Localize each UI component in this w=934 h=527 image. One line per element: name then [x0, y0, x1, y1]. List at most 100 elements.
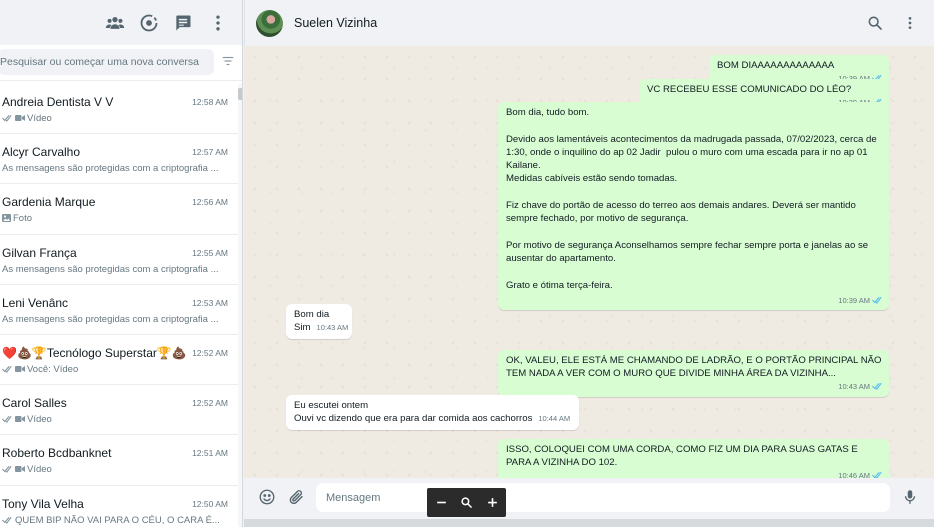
search-icon[interactable]: [867, 15, 883, 31]
contact-name[interactable]: Suelen Vizinha: [294, 16, 377, 30]
read-receipt-icon: [870, 296, 883, 305]
chat-preview-text: Vídeo: [27, 414, 52, 426]
whatsapp-web-window: Andreia Dentista V V 12:58 AM Vídeo Alcyr C…: [0, 0, 934, 527]
new-chat-icon[interactable]: [173, 13, 193, 33]
message-text: ISSO, COLOQUEI COM UMA CORDA, COMO FIZ U…: [506, 444, 861, 469]
chat-preview: As mensagens são protegidas com a cripto…: [2, 314, 224, 325]
chat-list-item[interactable]: Andreia Dentista V V 12:58 AM Vídeo: [0, 84, 238, 135]
chat-name: Carol Salles: [2, 396, 67, 411]
chat-preview-text: QUEM BIP NÃO VAI PARA O CÉU, O CARA É...: [15, 514, 220, 526]
chat-time: 12:50 AM: [192, 498, 228, 509]
chat-name: Gardenia Marque: [2, 195, 96, 210]
video-icon: [15, 365, 25, 376]
chat-preview: Vídeo: [2, 414, 224, 426]
search-row: [0, 45, 242, 81]
chat-list-item[interactable]: Gardenia Marque 12:56 AM Foto: [0, 184, 238, 235]
message-time: 10:46 AM: [838, 471, 870, 478]
outgoing-message[interactable]: ISSO, COLOQUEI COM UMA CORDA, COMO FIZ U…: [498, 439, 889, 478]
chat-preview: Vídeo: [2, 113, 224, 125]
message-area[interactable]: BOM DIAAAAAAAAAAAAA 10:39 AM VC RECEBEU ES…: [244, 46, 934, 478]
mic-icon[interactable]: [901, 488, 919, 506]
chat-preview: Vídeo: [2, 464, 224, 476]
message-time: 10:39 AM: [838, 295, 870, 305]
chat-time: 12:56 AM: [192, 197, 228, 208]
incoming-message[interactable]: Eu escutei ontem Ouvi vc dizendo que era…: [286, 395, 579, 430]
zoom-toolbar: [427, 488, 506, 517]
chat-list-item[interactable]: ❤️💩🏆Tecnólogo Superstar🏆💩... 12:52 AM Você…: [0, 335, 238, 386]
conversation-header[interactable]: Suelen Vizinha: [244, 0, 934, 46]
chat-time: 12:52 AM: [192, 398, 228, 409]
chat-name: Andreia Dentista V V: [2, 95, 114, 109]
message-text: Eu escutei ontem Ouvi vc dizendo que era…: [294, 400, 571, 425]
read-receipt-icon: [870, 382, 883, 391]
message-text: OK, VALEU, ELE ESTÁ ME CHAMANDO DE LADRÃ…: [506, 355, 884, 380]
window-bottom-edge: [244, 519, 934, 527]
chat-list-item[interactable]: Gilvan França 12:55 AM As mensagens são pr…: [0, 235, 238, 285]
filter-icon[interactable]: [221, 54, 235, 68]
sidebar-scrollbar[interactable]: [238, 84, 242, 527]
message-time: 10:43 AM: [838, 382, 870, 392]
zoom-search-icon[interactable]: [455, 491, 477, 513]
message-meta: 10:43 AM: [317, 323, 349, 332]
chat-name: Leni Venânc: [2, 295, 69, 310]
double-check-icon: [2, 415, 13, 426]
chat-name: Gilvan França: [2, 245, 77, 260]
scrollbar-thumb[interactable]: [238, 88, 242, 100]
chat-time: 12:53 AM: [192, 297, 228, 308]
avatar[interactable]: [256, 10, 283, 37]
outgoing-message[interactable]: Bom dia, tudo bom. Devido aos lamentávei…: [498, 102, 889, 311]
video-icon: [15, 114, 25, 125]
chat-preview-text: As mensagens são protegidas com a cripto…: [2, 313, 219, 325]
chat-list-item[interactable]: Carol Salles 12:52 AM Vídeo: [0, 385, 238, 436]
message-text: BOM DIAAAAAAAAAAAAA: [717, 60, 835, 71]
chat-preview: Você: Vídeo: [2, 364, 224, 376]
message-meta: 10:43 AM: [838, 380, 883, 393]
message-text: VC RECEBEU ESSE COMUNICADO DO LÉO?: [647, 84, 852, 95]
conversation-panel: Suelen Vizinha BOM DIAAAAAAAAAAAAA 10:39 …: [244, 0, 934, 527]
chat-name: Roberto Bcdbanknet: [2, 446, 112, 461]
sidebar-header: [0, 0, 242, 45]
menu-icon[interactable]: [208, 13, 228, 33]
chat-preview-text: Foto: [13, 213, 33, 225]
chat-preview-text: Você: Vídeo: [27, 363, 79, 375]
chat-preview-text: As mensagens são protegidas com a cripto…: [2, 263, 219, 275]
chat-name: Tony Vila Velha: [2, 496, 84, 511]
double-check-icon: [2, 465, 13, 476]
chat-preview: As mensagens são protegidas com a cripto…: [2, 163, 224, 174]
outgoing-message[interactable]: OK, VALEU, ELE ESTÁ ME CHAMANDO DE LADRÃ…: [498, 350, 889, 397]
message-time: 10:44 AM: [538, 414, 571, 424]
incoming-message[interactable]: Bom dia Sim 10:43 AM: [286, 304, 352, 339]
message-box: [316, 483, 890, 512]
chat-list-item[interactable]: Alcyr Carvalho 12:57 AM As mensagens são p…: [0, 134, 238, 185]
composer: [244, 478, 934, 519]
chat-list-item[interactable]: Leni Venânc 12:53 AM As mensagens são prot…: [0, 285, 238, 335]
community-icon[interactable]: [105, 13, 125, 33]
message-scrollbar[interactable]: [930, 46, 934, 478]
chat-name: ❤️💩🏆Tecnólogo Superstar🏆💩...: [2, 345, 187, 360]
attach-icon[interactable]: [287, 488, 305, 506]
chat-preview: As mensagens são protegidas com a cripto…: [2, 264, 224, 275]
chat-preview-text: As mensagens são protegidas com a cripto…: [2, 163, 219, 175]
chat-sidebar: Andreia Dentista V V 12:58 AM Vídeo Alcyr C…: [0, 0, 243, 527]
message-input[interactable]: [326, 483, 426, 512]
emoji-icon[interactable]: [258, 488, 276, 506]
chat-time: 12:58 AM: [192, 97, 228, 107]
read-receipt-icon: [870, 471, 883, 478]
photo-icon: [2, 214, 11, 225]
menu-icon[interactable]: [902, 15, 918, 31]
message-text: Bom dia, tudo bom. Devido aos lamentávei…: [506, 107, 877, 291]
double-check-icon: [2, 516, 13, 527]
chat-preview-text: Vídeo: [27, 113, 52, 124]
video-icon: [15, 415, 25, 426]
video-icon: [15, 465, 25, 476]
chat-list: Andreia Dentista V V 12:58 AM Vídeo Alcyr C…: [0, 84, 242, 527]
message-meta: 10:44 AM: [538, 414, 570, 423]
zoom-in-icon[interactable]: [481, 491, 503, 513]
chat-list-item[interactable]: Tony Vila Velha 12:50 AM QUEM BIP NÃO VAI …: [0, 486, 238, 527]
chat-list-item[interactable]: Roberto Bcdbanknet 12:51 AM Vídeo: [0, 435, 238, 486]
message-meta: 10:46 AM: [838, 469, 883, 478]
status-icon[interactable]: [139, 13, 159, 33]
search-input[interactable]: [0, 49, 210, 75]
chat-time: 12:55 AM: [192, 247, 228, 258]
zoom-out-icon[interactable]: [430, 491, 452, 513]
